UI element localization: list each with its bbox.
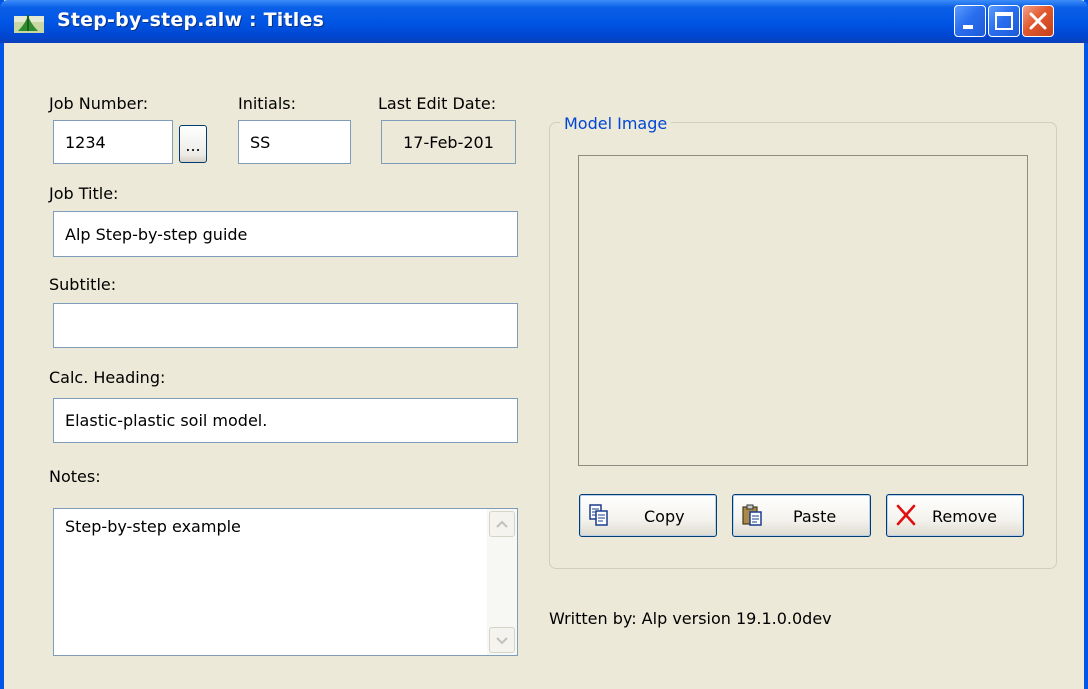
initials-label: Initials: — [238, 94, 296, 113]
paste-button-label: Paste — [793, 507, 837, 526]
notes-label: Notes: — [49, 467, 101, 486]
notes-textarea[interactable]: Step-by-step example — [53, 508, 518, 656]
model-image-preview — [578, 155, 1028, 466]
scroll-down-button[interactable] — [489, 627, 515, 653]
calc-heading-label: Calc. Heading: — [49, 368, 166, 387]
calc-heading-input[interactable]: Elastic-plastic soil model. — [53, 398, 518, 443]
paste-icon — [742, 504, 762, 526]
maximize-button[interactable] — [988, 5, 1020, 37]
remove-button[interactable]: Remove — [886, 494, 1024, 537]
remove-icon — [896, 504, 916, 526]
title-bar[interactable]: Step-by-step.alw : Titles — [0, 0, 1088, 43]
titles-window: Step-by-step.alw : Titles Job Number: In… — [0, 0, 1088, 689]
remove-button-label: Remove — [932, 507, 997, 526]
maximize-icon — [995, 12, 1013, 30]
close-icon — [1029, 12, 1047, 30]
last-edit-date-label: Last Edit Date: — [378, 94, 497, 113]
minimize-button[interactable] — [954, 5, 986, 37]
browse-job-button[interactable]: ... — [179, 125, 207, 163]
chevron-up-icon — [496, 520, 508, 528]
copy-button-label: Copy — [644, 507, 685, 526]
job-title-input[interactable]: Alp Step-by-step guide — [53, 211, 518, 257]
notes-scrollbar[interactable] — [487, 509, 517, 655]
job-number-input[interactable]: 1234 — [53, 120, 173, 164]
app-icon — [14, 15, 44, 33]
notes-text: Step-by-step example — [65, 517, 241, 536]
chevron-down-icon — [496, 637, 508, 645]
initials-input[interactable]: SS — [238, 120, 351, 164]
copy-button[interactable]: Copy — [579, 494, 717, 537]
model-image-group-title: Model Image — [560, 114, 672, 133]
written-by-text: Written by: Alp version 19.1.0.0dev — [549, 609, 832, 628]
paste-button[interactable]: Paste — [732, 494, 871, 537]
window-title: Step-by-step.alw : Titles — [57, 9, 325, 31]
copy-icon — [589, 504, 608, 526]
close-button[interactable] — [1022, 5, 1054, 37]
subtitle-label: Subtitle: — [49, 275, 117, 294]
last-edit-date-field: 17-Feb-201 — [381, 120, 516, 164]
subtitle-input[interactable] — [53, 303, 518, 348]
job-title-label: Job Title: — [49, 184, 119, 203]
scroll-up-button[interactable] — [489, 511, 515, 537]
job-number-label: Job Number: — [49, 94, 149, 113]
minimize-icon — [963, 25, 973, 29]
